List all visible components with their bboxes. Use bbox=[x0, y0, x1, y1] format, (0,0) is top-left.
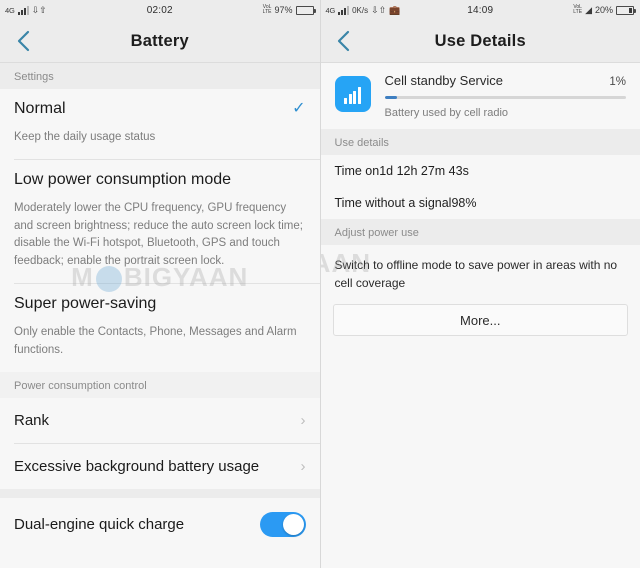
mode-super-power-desc: Only enable the Contacts, Phone, Message… bbox=[14, 326, 297, 356]
check-icon: ✓ bbox=[292, 100, 306, 117]
battery-icon bbox=[616, 5, 636, 15]
left-content: Settings Normal ✓ Keep the daily usage s… bbox=[0, 63, 320, 568]
list-item-rank-label: Rank bbox=[14, 411, 50, 429]
mode-normal-row[interactable]: Normal ✓ bbox=[0, 89, 320, 129]
signal-bars-glyph bbox=[343, 87, 362, 104]
volte-icon: VoL LTE bbox=[573, 4, 583, 15]
app-subtitle: Battery used by cell radio bbox=[384, 107, 509, 119]
section-header-use-details: Use details bbox=[320, 129, 640, 155]
volte-icon: VoL LTE bbox=[262, 4, 272, 15]
mode-low-power-desc: Moderately lower the CPU frequency, GPU … bbox=[14, 201, 303, 268]
mode-normal-card[interactable]: Normal ✓ Keep the daily usage status bbox=[0, 89, 320, 159]
section-header-settings: Settings bbox=[0, 63, 320, 89]
mode-super-power-label: Super power-saving bbox=[14, 295, 157, 313]
left-status-bar: 4G ⇩⇧ 02:02 VoL LTE 97% bbox=[0, 0, 320, 20]
use-detail-row: Time without a signal98% bbox=[320, 187, 640, 219]
use-detail-row: Time on1d 12h 27m 43s bbox=[320, 155, 640, 187]
chevron-right-icon: › bbox=[300, 457, 306, 475]
wifi-icon: ◢ bbox=[585, 4, 592, 15]
app-summary-card: Cell standby Service 1% Battery used by … bbox=[320, 63, 640, 129]
mode-super-power-row[interactable]: Super power-saving bbox=[0, 284, 320, 324]
toggle-knob bbox=[282, 513, 304, 535]
app-summary-header: Cell standby Service 1% bbox=[385, 73, 627, 88]
usage-progress-fill bbox=[384, 96, 397, 99]
left-filler bbox=[0, 550, 320, 568]
app-summary-body: Cell standby Service 1% Battery used by … bbox=[384, 73, 627, 119]
list-item-excessive-background[interactable]: Excessive background battery usage › bbox=[0, 443, 320, 489]
dual-engine-label: Dual-engine quick charge bbox=[14, 515, 185, 533]
battery-percent-label: 97% bbox=[274, 5, 293, 15]
app-name-label: Cell standby Service bbox=[384, 73, 504, 88]
dual-engine-toggle[interactable] bbox=[259, 511, 306, 537]
adjust-power-description: Switch to offline mode to save power in … bbox=[320, 245, 640, 302]
left-screen-battery: 4G ⇩⇧ 02:02 VoL LTE 97% Battery Settings… bbox=[0, 0, 321, 568]
right-status-bar: 4G 0K/s ⇩⇧ 💼 14:09 VoL LTE ◢ 20% bbox=[320, 0, 640, 20]
more-button[interactable]: More... bbox=[332, 304, 628, 336]
mode-normal-label: Normal bbox=[14, 100, 66, 117]
usage-progress-bar bbox=[384, 96, 626, 99]
app-usage-percent: 1% bbox=[609, 76, 626, 88]
signal-bars-icon bbox=[334, 76, 371, 112]
right-content: Cell standby Service 1% Battery used by … bbox=[320, 63, 640, 568]
section-header-adjust-power-use: Adjust power use bbox=[320, 219, 640, 245]
right-status-right-group: VoL LTE ◢ 20% bbox=[573, 0, 636, 20]
left-status-right-group: VoL LTE 97% bbox=[262, 0, 316, 20]
chevron-right-icon: › bbox=[300, 411, 306, 429]
right-filler bbox=[320, 350, 640, 568]
screenshot-root: 4G ⇩⇧ 02:02 VoL LTE 97% Battery Settings… bbox=[0, 0, 640, 568]
mode-low-power-card[interactable]: Low power consumption mode Moderately lo… bbox=[0, 159, 320, 284]
right-screen-use-details: 4G 0K/s ⇩⇧ 💼 14:09 VoL LTE ◢ 20% Use Det… bbox=[320, 0, 640, 568]
list-item-rank[interactable]: Rank › bbox=[0, 397, 320, 443]
mode-super-power-card[interactable]: Super power-saving Only enable the Conta… bbox=[0, 284, 320, 372]
left-title-bar: Battery bbox=[0, 20, 320, 63]
section-gap bbox=[0, 488, 320, 498]
mode-low-power-row[interactable]: Low power consumption mode bbox=[0, 160, 320, 200]
section-header-power-control: Power consumption control bbox=[0, 371, 320, 398]
page-title: Use Details bbox=[434, 31, 526, 50]
mode-low-power-label: Low power consumption mode bbox=[14, 170, 232, 188]
page-title: Battery bbox=[130, 31, 189, 50]
battery-icon bbox=[295, 5, 316, 15]
mode-normal-desc: Keep the daily usage status bbox=[14, 131, 156, 143]
battery-percent-label: 20% bbox=[594, 5, 613, 15]
list-item-excessive-background-label: Excessive background battery usage bbox=[14, 457, 260, 475]
list-item-dual-engine-quick-charge[interactable]: Dual-engine quick charge bbox=[0, 497, 320, 551]
right-title-bar: Use Details bbox=[320, 20, 640, 63]
